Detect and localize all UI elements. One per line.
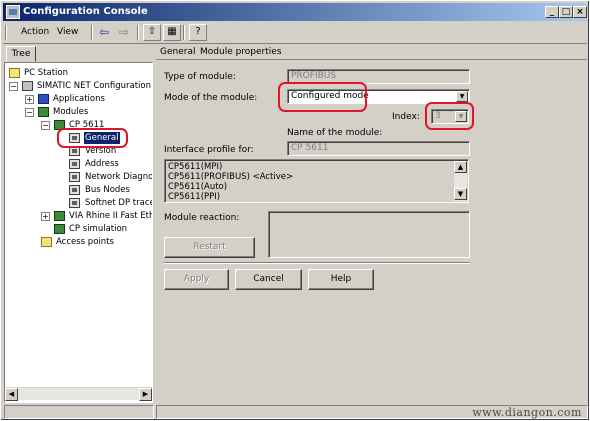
configuration-console-window: Configuration Console _ □ × Action View … bbox=[0, 0, 590, 421]
module-reaction-label: Module reaction: bbox=[164, 213, 240, 223]
settings-page-icon bbox=[69, 172, 80, 182]
module-card-icon bbox=[54, 224, 65, 234]
properties-header: General Module properties bbox=[156, 45, 587, 60]
settings-page-icon bbox=[69, 159, 80, 169]
dropdown-arrow-icon[interactable]: ▼ bbox=[456, 91, 468, 102]
back-arrow-icon[interactable]: ⇦ bbox=[99, 25, 109, 39]
tree-view[interactable]: PC Station − SIMATIC NET Configuration +… bbox=[4, 62, 153, 403]
folder-icon bbox=[9, 68, 20, 78]
divider bbox=[164, 262, 470, 264]
dropdown-arrow-icon: ▼ bbox=[455, 111, 467, 122]
collapse-icon[interactable]: − bbox=[25, 108, 34, 117]
header-module-properties: Module properties bbox=[200, 47, 282, 57]
interface-profile-label: Interface profile for: bbox=[164, 145, 254, 155]
status-bar: www.diangon.com bbox=[4, 404, 588, 419]
menu-view[interactable]: View bbox=[57, 27, 78, 37]
toolbar-separator bbox=[137, 25, 139, 40]
header-general: General bbox=[160, 47, 196, 57]
type-of-module-label: Type of module: bbox=[164, 72, 236, 82]
forward-arrow-icon[interactable]: ⇨ bbox=[119, 25, 129, 39]
window-title: Configuration Console bbox=[23, 6, 148, 17]
expand-icon[interactable]: + bbox=[41, 212, 50, 221]
tree-node-label: PC Station bbox=[24, 68, 68, 78]
tree-node-label: CP simulation bbox=[69, 224, 128, 234]
module-name-field: CP 5611 bbox=[287, 141, 470, 156]
index-label: Index: bbox=[392, 112, 420, 122]
mode-of-module-select[interactable]: Configured mode ▼ bbox=[287, 89, 470, 104]
list-item[interactable]: CP5611(MPI) bbox=[168, 162, 222, 172]
cancel-button[interactable]: Cancel bbox=[235, 269, 302, 290]
settings-page-icon bbox=[69, 185, 80, 195]
menu-action[interactable]: Action bbox=[21, 27, 49, 37]
index-select: 3 ▼ bbox=[431, 109, 469, 124]
settings-page-icon bbox=[69, 198, 80, 208]
applications-icon bbox=[38, 94, 49, 104]
tree-node-label: Softnet DP trace bbox=[85, 198, 153, 208]
mode-of-module-label: Mode of the module: bbox=[164, 93, 258, 103]
module-properties-panel: Type of module: PROFIBUS Mode of the mod… bbox=[156, 61, 587, 403]
scroll-down-icon[interactable]: ▼ bbox=[454, 188, 467, 200]
properties-help-icon[interactable]: ? bbox=[189, 24, 207, 41]
title-bar: Configuration Console _ □ × bbox=[3, 3, 587, 21]
module-reaction-box bbox=[268, 211, 470, 258]
tree-node-label: SIMATIC NET Configuration bbox=[37, 81, 151, 91]
tree-node-label: Version bbox=[85, 146, 117, 156]
status-panel-left bbox=[4, 405, 154, 419]
module-card-icon bbox=[54, 211, 65, 221]
list-item[interactable]: CP5611(PPI) bbox=[168, 192, 220, 202]
tree-node-label: Access points bbox=[56, 237, 114, 247]
toolbar-separator bbox=[183, 25, 185, 40]
tree-node-label: Address bbox=[85, 159, 119, 169]
index-value: 3 bbox=[435, 111, 441, 121]
tree-horizontal-scrollbar[interactable]: ◀ ▶ bbox=[5, 387, 152, 401]
settings-page-icon bbox=[69, 146, 80, 156]
close-button[interactable]: × bbox=[573, 6, 587, 18]
module-card-icon bbox=[54, 120, 65, 130]
collapse-icon[interactable]: − bbox=[9, 82, 18, 91]
network-pc-icon bbox=[22, 81, 33, 91]
tree-node-label: General bbox=[84, 132, 120, 144]
watermark-text: www.diangon.com bbox=[472, 406, 582, 419]
list-item[interactable]: CP5611(PROFIBUS) <Active> bbox=[168, 172, 293, 182]
collapse-icon[interactable]: − bbox=[41, 121, 50, 130]
interface-profile-list[interactable]: CP5611(MPI) CP5611(PROFIBUS) <Active> CP… bbox=[164, 159, 469, 203]
tree-node-label: VIA Rhine II Fast Eth bbox=[69, 211, 153, 221]
list-item[interactable]: CP5611(Auto) bbox=[168, 182, 227, 192]
toolbar-grip bbox=[5, 25, 7, 40]
tree-node-label: Modules bbox=[53, 107, 89, 117]
name-of-module-label: Name of the module: bbox=[287, 128, 383, 138]
restart-button[interactable]: Restart bbox=[164, 237, 255, 258]
tree-node-label: Bus Nodes bbox=[85, 185, 130, 195]
expand-icon[interactable]: + bbox=[25, 95, 34, 104]
settings-page-icon bbox=[69, 133, 80, 143]
scroll-left-icon[interactable]: ◀ bbox=[5, 388, 18, 401]
scroll-up-icon[interactable]: ▲ bbox=[454, 161, 467, 173]
console-app-icon bbox=[6, 5, 20, 19]
show-hide-tree-icon[interactable]: ▦ bbox=[163, 24, 181, 41]
help-button[interactable]: Help bbox=[308, 269, 374, 290]
access-points-icon bbox=[41, 237, 52, 247]
up-one-level-icon[interactable]: ⇧ bbox=[143, 24, 161, 41]
menu-toolbar: Action View ⇦ ⇨ ⇧ ▦ ? bbox=[3, 22, 587, 44]
maximize-button[interactable]: □ bbox=[559, 6, 573, 18]
minimize-button[interactable]: _ bbox=[545, 6, 559, 18]
scroll-right-icon[interactable]: ▶ bbox=[139, 388, 152, 401]
apply-button[interactable]: Apply bbox=[164, 269, 229, 290]
toolbar-separator bbox=[91, 25, 93, 40]
tree-node-label: CP 5611 bbox=[69, 120, 105, 130]
mode-selected-value: Configured mode bbox=[291, 91, 369, 101]
tree-node-label: Network Diagnos bbox=[85, 172, 153, 182]
tab-tree[interactable]: Tree bbox=[6, 46, 36, 62]
tree-node-label: Applications bbox=[53, 94, 105, 104]
modules-icon bbox=[38, 107, 49, 117]
list-vertical-scrollbar[interactable]: ▲ ▼ bbox=[454, 161, 467, 201]
type-of-module-field: PROFIBUS bbox=[287, 69, 470, 84]
